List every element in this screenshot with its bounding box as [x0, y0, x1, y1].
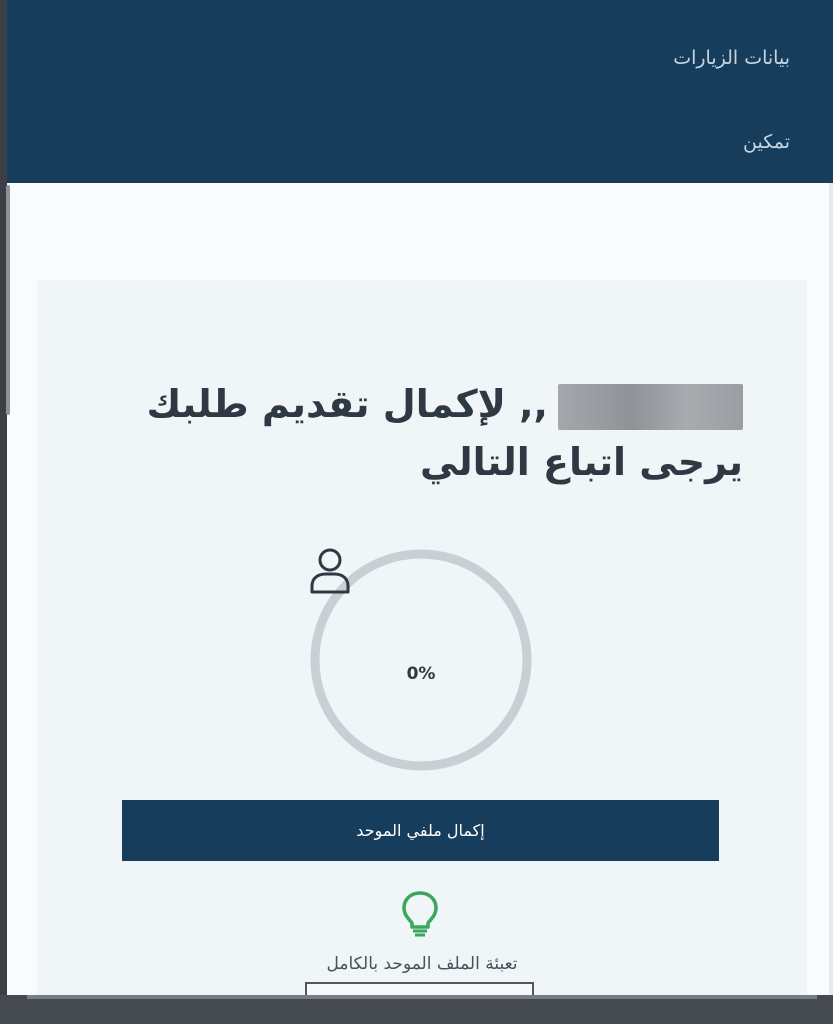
top-navigation-menu: بيانات الزيارات تمكين: [7, 0, 833, 183]
nav-item-enable[interactable]: تمكين: [743, 131, 790, 153]
greeting-heading: ,, لإكمال تقديم طلبك يرجى اتباع التالي: [43, 375, 743, 491]
redacted-user-name: [558, 383, 743, 430]
progress-percentage: 0%: [406, 664, 436, 684]
greeting-line-2: يرجى اتباع التالي: [419, 440, 743, 485]
nav-item-visits-data[interactable]: بيانات الزيارات: [673, 47, 790, 69]
application-progress-card: ,, لإكمال تقديم طلبك يرجى اتباع التالي 0…: [37, 280, 807, 1024]
lightbulb-icon: [402, 891, 438, 937]
profile-tip-text: تعبئة الملف الموحد بالكامل: [326, 954, 518, 974]
left-window-edge: [0, 0, 7, 1024]
profile-progress-ring: 0%: [308, 547, 534, 773]
screen-frame: بيانات الزيارات تمكين ,, لإكمال تقديم طل…: [0, 0, 833, 1024]
bottom-window-bar: [0, 995, 833, 1024]
user-icon: [310, 548, 350, 594]
complete-profile-button[interactable]: إكمال ملفي الموحد: [122, 800, 719, 861]
greeting-line-1: ,, لإكمال تقديم طلبك: [146, 382, 548, 427]
bottom-divider: [27, 995, 817, 999]
scrollbar-thumb[interactable]: [6, 185, 10, 415]
